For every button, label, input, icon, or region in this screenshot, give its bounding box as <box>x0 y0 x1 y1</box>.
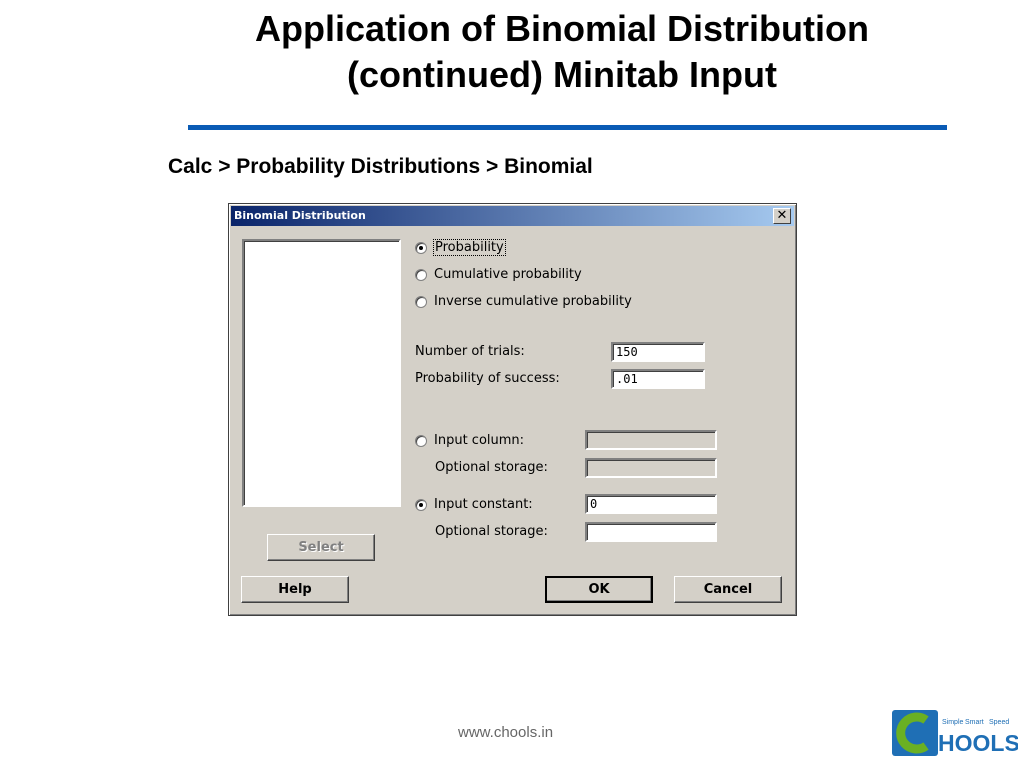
radio-label: Probability <box>433 239 506 256</box>
probability-of-success-input[interactable]: .01 <box>611 369 705 389</box>
dialog-titlebar[interactable]: Binomial Distribution ✕ <box>231 206 794 226</box>
radio-input-constant[interactable]: Input constant: <box>415 497 533 512</box>
input-column-field[interactable] <box>585 430 717 450</box>
slide-title-line-1: Application of Binomial Distribution <box>255 8 869 49</box>
close-icon: ✕ <box>776 208 788 223</box>
variable-listbox[interactable] <box>242 239 401 507</box>
radio-indicator[interactable] <box>415 241 427 254</box>
radio-inverse-cumulative-probability[interactable]: Inverse cumulative probability <box>415 294 632 309</box>
logo-tagline-simple: Simple <box>942 719 964 726</box>
logo-tagline-smart: Smart <box>965 719 984 726</box>
radio-indicator[interactable] <box>415 295 427 308</box>
radio-label: Input column: <box>434 433 525 448</box>
radio-cumulative-probability[interactable]: Cumulative probability <box>415 267 582 282</box>
radio-label: Cumulative probability <box>434 267 582 282</box>
footer-url: www.chools.in <box>458 724 554 741</box>
logo-tagline-speed: Speed <box>989 719 1009 726</box>
optional-storage-label-column: Optional storage: <box>435 460 548 475</box>
select-button[interactable]: Select <box>267 534 375 561</box>
probability-of-success-label: Probability of success: <box>415 371 560 386</box>
cancel-button[interactable]: Cancel <box>674 576 782 603</box>
help-button[interactable]: Help <box>241 576 349 603</box>
chools-logo: Simple Smart Speed HOOLS <box>892 710 1018 756</box>
radio-indicator[interactable] <box>415 434 427 447</box>
slide-title-line-2: (continued) Minitab Input <box>347 54 777 95</box>
radio-probability[interactable]: Probability <box>415 239 506 256</box>
close-button[interactable]: ✕ <box>773 208 791 224</box>
ok-button[interactable]: OK <box>545 576 653 603</box>
input-constant-field[interactable]: 0 <box>585 494 717 514</box>
menu-path: Calc > Probability Distributions > Binom… <box>168 155 593 178</box>
logo-wordmark: HOOLS <box>938 730 1018 756</box>
radio-input-column[interactable]: Input column: <box>415 433 524 448</box>
binomial-distribution-dialog: Binomial Distribution ✕ Probability Cumu… <box>228 203 797 616</box>
optional-storage-field-constant[interactable] <box>585 522 717 542</box>
radio-indicator[interactable] <box>415 268 427 281</box>
number-of-trials-input[interactable]: 150 <box>611 342 705 362</box>
radio-label: Inverse cumulative probability <box>434 294 632 309</box>
slide-title: Application of Binomial Distribution (co… <box>150 6 974 98</box>
number-of-trials-label: Number of trials: <box>415 344 525 359</box>
title-divider <box>188 125 947 130</box>
dialog-title: Binomial Distribution <box>234 209 366 222</box>
radio-label: Input constant: <box>434 497 533 512</box>
optional-storage-label-constant: Optional storage: <box>435 524 548 539</box>
optional-storage-field-column[interactable] <box>585 458 717 478</box>
radio-indicator[interactable] <box>415 498 427 511</box>
